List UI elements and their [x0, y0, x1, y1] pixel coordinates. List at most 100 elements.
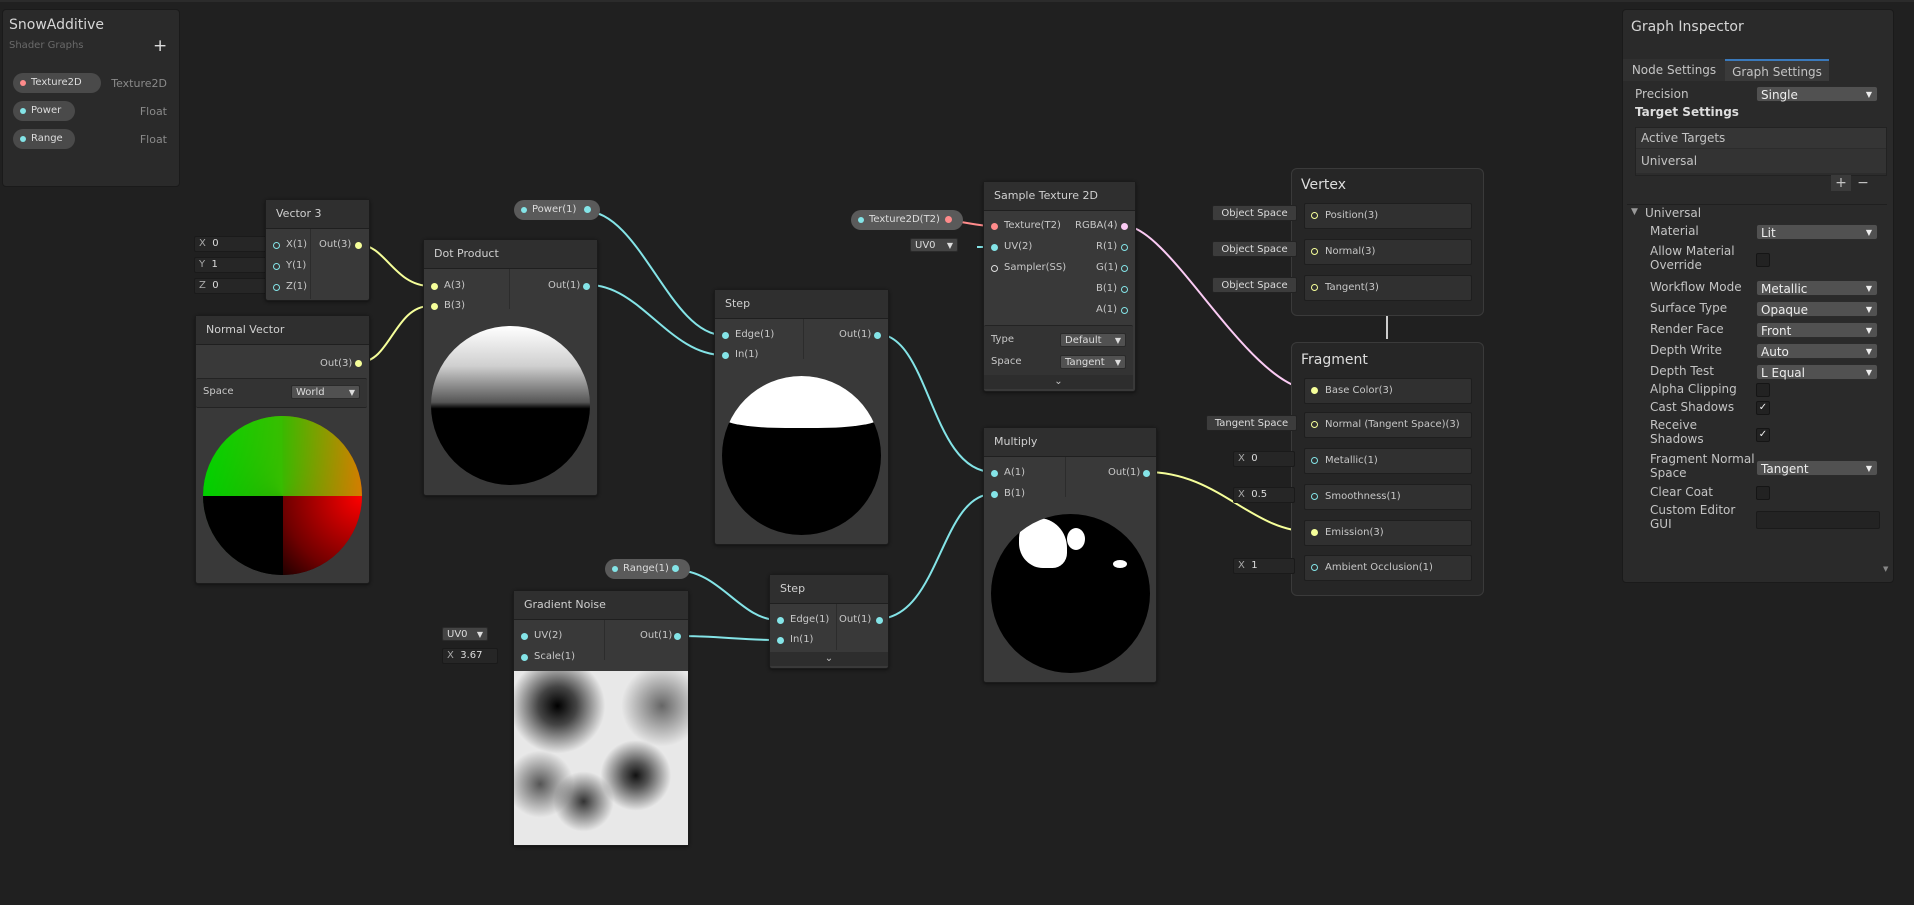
depth-test-dropdown[interactable]: L Equal ▼ — [1756, 364, 1878, 380]
output-port[interactable] — [1121, 244, 1128, 251]
input-port[interactable] — [1311, 529, 1318, 536]
output-port[interactable] — [945, 216, 952, 223]
vertex-tangent-block[interactable]: Tangent(3) — [1304, 275, 1472, 301]
clear-coat-checkbox[interactable] — [1756, 486, 1770, 500]
input-port[interactable] — [991, 470, 998, 477]
output-port[interactable] — [672, 565, 679, 572]
port-label: Out(1) — [839, 614, 872, 625]
allow-material-override-checkbox[interactable] — [1756, 253, 1770, 267]
universal-section-toggle[interactable]: ▼ Universal — [1627, 204, 1887, 222]
tab-graph-settings[interactable]: Graph Settings — [1725, 59, 1829, 81]
node-dot-product[interactable]: Dot Product A(3) B(3) Out(1) — [423, 239, 598, 496]
output-port[interactable] — [874, 332, 881, 339]
input-port[interactable] — [1311, 457, 1318, 464]
output-port[interactable] — [876, 617, 883, 624]
node-step-1[interactable]: Step Edge(1) In(1) Out(1) — [714, 289, 889, 545]
precision-dropdown[interactable]: Single ▼ — [1756, 86, 1878, 102]
receive-shadows-checkbox[interactable]: ✓ — [1756, 428, 1770, 442]
collapse-chevron-icon[interactable]: ⌄ — [770, 652, 888, 666]
fragment-normal-block[interactable]: Normal (Tangent Space)(3) — [1304, 412, 1472, 438]
input-port[interactable] — [521, 633, 528, 640]
space-dropdown[interactable]: World ▼ — [291, 385, 360, 399]
input-port[interactable] — [431, 303, 438, 310]
output-port[interactable] — [1143, 470, 1150, 477]
surface-type-dropdown[interactable]: Opaque ▼ — [1756, 301, 1878, 317]
collapse-chevron-icon[interactable]: ⌄ — [984, 375, 1133, 389]
input-port[interactable] — [1311, 387, 1318, 394]
depth-write-dropdown[interactable]: Auto ▼ — [1756, 343, 1878, 359]
output-port[interactable] — [584, 206, 591, 213]
output-port[interactable] — [355, 242, 362, 249]
input-port[interactable] — [273, 242, 280, 249]
input-port[interactable] — [1311, 564, 1318, 571]
add-property-button[interactable]: + — [153, 36, 167, 56]
property-power[interactable]: Power — [13, 101, 75, 121]
property-texture2d[interactable]: Texture2D — [13, 73, 101, 93]
remove-target-button[interactable]: − — [1853, 175, 1873, 191]
input-port[interactable] — [431, 283, 438, 290]
output-port[interactable] — [1121, 286, 1128, 293]
node-vector3[interactable]: Vector 3 X(1) Y(1) Z(1) Out(3) — [265, 199, 370, 301]
render-face-dropdown[interactable]: Front ▼ — [1756, 322, 1878, 338]
custom-editor-gui-field[interactable] — [1756, 511, 1880, 529]
workflow-mode-dropdown[interactable]: Metallic ▼ — [1756, 280, 1878, 296]
fragment-emission-block[interactable]: Emission(3) — [1304, 520, 1472, 546]
input-port[interactable] — [991, 265, 998, 272]
target-item-universal[interactable]: Universal — [1636, 149, 1886, 173]
tab-node-settings[interactable]: Node Settings — [1623, 59, 1725, 81]
input-port[interactable] — [991, 244, 998, 251]
material-dropdown[interactable]: Lit ▼ — [1756, 224, 1878, 240]
alpha-clipping-checkbox[interactable] — [1756, 383, 1770, 397]
output-port[interactable] — [583, 283, 590, 290]
cast-shadows-checkbox[interactable]: ✓ — [1756, 401, 1770, 415]
output-port[interactable] — [1121, 265, 1128, 272]
fragment-metallic-block[interactable]: Metallic(1) — [1304, 448, 1472, 474]
input-port[interactable] — [777, 617, 784, 624]
uv-dropdown[interactable]: UV0 ▼ — [442, 627, 488, 641]
texture2d-property-node[interactable]: Texture2D(T2) — [851, 210, 963, 230]
vector3-x-field[interactable]: X 0 — [194, 236, 268, 252]
input-port[interactable] — [777, 637, 784, 644]
vector3-z-field[interactable]: Z 0 — [194, 278, 268, 294]
input-port[interactable] — [722, 352, 729, 359]
input-port[interactable] — [991, 223, 998, 230]
add-target-button[interactable]: + — [1831, 175, 1851, 191]
input-port[interactable] — [991, 491, 998, 498]
power-property-node[interactable]: Power(1) — [514, 200, 600, 220]
metallic-field[interactable]: X 0 — [1233, 451, 1295, 467]
scroll-down-arrow-icon[interactable]: ▼ — [1883, 565, 1888, 573]
fragment-basecolor-block[interactable]: Base Color(3) — [1304, 378, 1472, 404]
output-port[interactable] — [1121, 307, 1128, 314]
space-dropdown[interactable]: Tangent ▼ — [1060, 355, 1126, 369]
input-port[interactable] — [1311, 284, 1318, 291]
input-port[interactable] — [1311, 248, 1318, 255]
output-port[interactable] — [1121, 223, 1128, 230]
input-port[interactable] — [1311, 421, 1318, 428]
vertex-normal-block[interactable]: Normal(3) — [1304, 239, 1472, 265]
smoothness-field[interactable]: X 0.5 — [1233, 487, 1295, 503]
input-port[interactable] — [1311, 493, 1318, 500]
input-port[interactable] — [273, 263, 280, 270]
node-normal-vector[interactable]: Normal Vector Out(3) Space World ▼ — [195, 315, 370, 584]
fragment-normal-space-dropdown[interactable]: Tangent ▼ — [1756, 460, 1878, 476]
node-step-2[interactable]: Step Edge(1) In(1) Out(1) ⌄ — [769, 574, 889, 669]
property-range[interactable]: Range — [13, 129, 75, 149]
input-port[interactable] — [722, 332, 729, 339]
fragment-ao-block[interactable]: Ambient Occlusion(1) — [1304, 555, 1472, 581]
input-port[interactable] — [1311, 212, 1318, 219]
node-sample-texture-2d[interactable]: Sample Texture 2D Texture(T2) UV(2) Samp… — [983, 181, 1136, 392]
input-port[interactable] — [521, 654, 528, 661]
input-port[interactable] — [273, 284, 280, 291]
output-port[interactable] — [355, 360, 362, 367]
ambient-occlusion-field[interactable]: X 1 — [1233, 558, 1295, 574]
fragment-smoothness-block[interactable]: Smoothness(1) — [1304, 484, 1472, 510]
node-gradient-noise[interactable]: Gradient Noise UV(2) Scale(1) Out(1) — [513, 590, 689, 846]
uv-dropdown[interactable]: UV0 ▼ — [910, 238, 958, 252]
node-multiply[interactable]: Multiply A(1) B(1) Out(1) — [983, 427, 1157, 683]
scale-field[interactable]: X 3.67 — [442, 648, 498, 664]
vector3-y-field[interactable]: Y 1 — [194, 257, 268, 273]
vertex-position-block[interactable]: Position(3) — [1304, 203, 1472, 229]
range-property-node[interactable]: Range(1) — [605, 559, 690, 579]
output-port[interactable] — [674, 633, 681, 640]
type-dropdown[interactable]: Default ▼ — [1060, 333, 1126, 347]
